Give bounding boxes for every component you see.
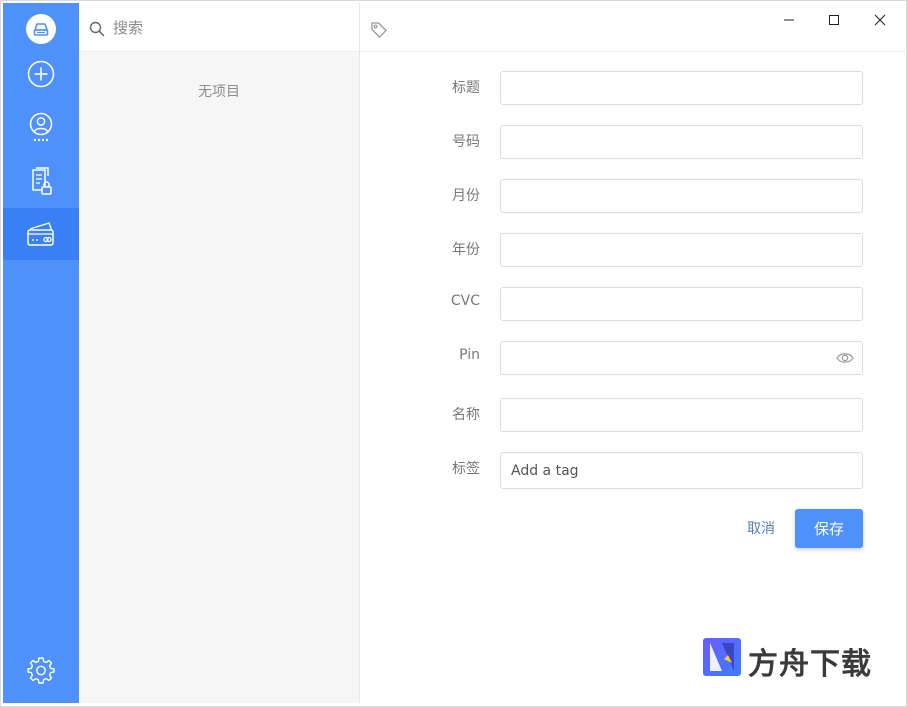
form-row-title: 标题 (360, 71, 905, 105)
search-input[interactable] (113, 15, 349, 41)
year-input[interactable] (500, 233, 863, 267)
form-row-name: 名称 (360, 398, 905, 432)
item-list-panel: 无项目 (79, 3, 360, 703)
minimize-icon (784, 19, 794, 21)
empty-list-text: 无项目 (198, 84, 240, 100)
sidebar-item-cards[interactable] (3, 208, 79, 260)
tags-label: 标签 (452, 461, 480, 477)
year-label: 年份 (452, 242, 480, 258)
form-row-month: 月份 (360, 179, 905, 213)
cancel-button[interactable]: 取消 (735, 516, 787, 540)
search-bar (79, 3, 359, 52)
credit-card-icon (27, 222, 54, 246)
close-icon (874, 14, 886, 26)
form-row-cvc: CVC (360, 287, 905, 321)
maximize-button[interactable] (820, 9, 848, 31)
form-row-pin: Pin (360, 341, 905, 375)
plus-circle-icon (27, 60, 55, 88)
watermark-text: 方舟下载 (748, 647, 872, 682)
tag-icon[interactable] (370, 21, 388, 39)
sidebar (3, 3, 79, 703)
month-input[interactable] (500, 179, 863, 213)
locked-document-icon (32, 167, 52, 195)
app-logo-icon (26, 14, 56, 44)
save-button[interactable]: 保存 (795, 509, 863, 548)
sidebar-item-accounts[interactable] (3, 102, 79, 154)
number-label: 号码 (452, 134, 480, 150)
name-label: 名称 (452, 407, 480, 423)
cvc-label: CVC (450, 293, 480, 309)
user-circle-icon (29, 112, 53, 142)
gear-icon (27, 657, 55, 684)
watermark: 方舟下载 (702, 637, 882, 682)
search-icon (89, 21, 105, 37)
title-label: 标题 (452, 80, 480, 96)
title-input[interactable] (500, 71, 863, 105)
minimize-button[interactable] (775, 9, 803, 31)
watermark-logo-icon (703, 638, 741, 676)
form-row-number: 号码 (360, 125, 905, 159)
eye-icon[interactable] (836, 351, 854, 365)
form-row-tags: 标签 (360, 452, 905, 489)
name-input[interactable] (500, 398, 863, 432)
number-input[interactable] (500, 125, 863, 159)
month-label: 月份 (452, 188, 480, 204)
pin-input[interactable] (500, 341, 863, 375)
close-button[interactable] (866, 9, 894, 31)
cvc-input[interactable] (500, 287, 863, 321)
tag-input[interactable] (500, 452, 863, 489)
editor-header (360, 3, 905, 52)
form-row-year: 年份 (360, 233, 905, 267)
settings-button[interactable] (3, 644, 79, 696)
pin-label: Pin (459, 347, 480, 363)
sidebar-item-notes[interactable] (3, 156, 79, 208)
sidebar-item-add[interactable] (3, 48, 79, 100)
maximize-icon (829, 15, 839, 25)
